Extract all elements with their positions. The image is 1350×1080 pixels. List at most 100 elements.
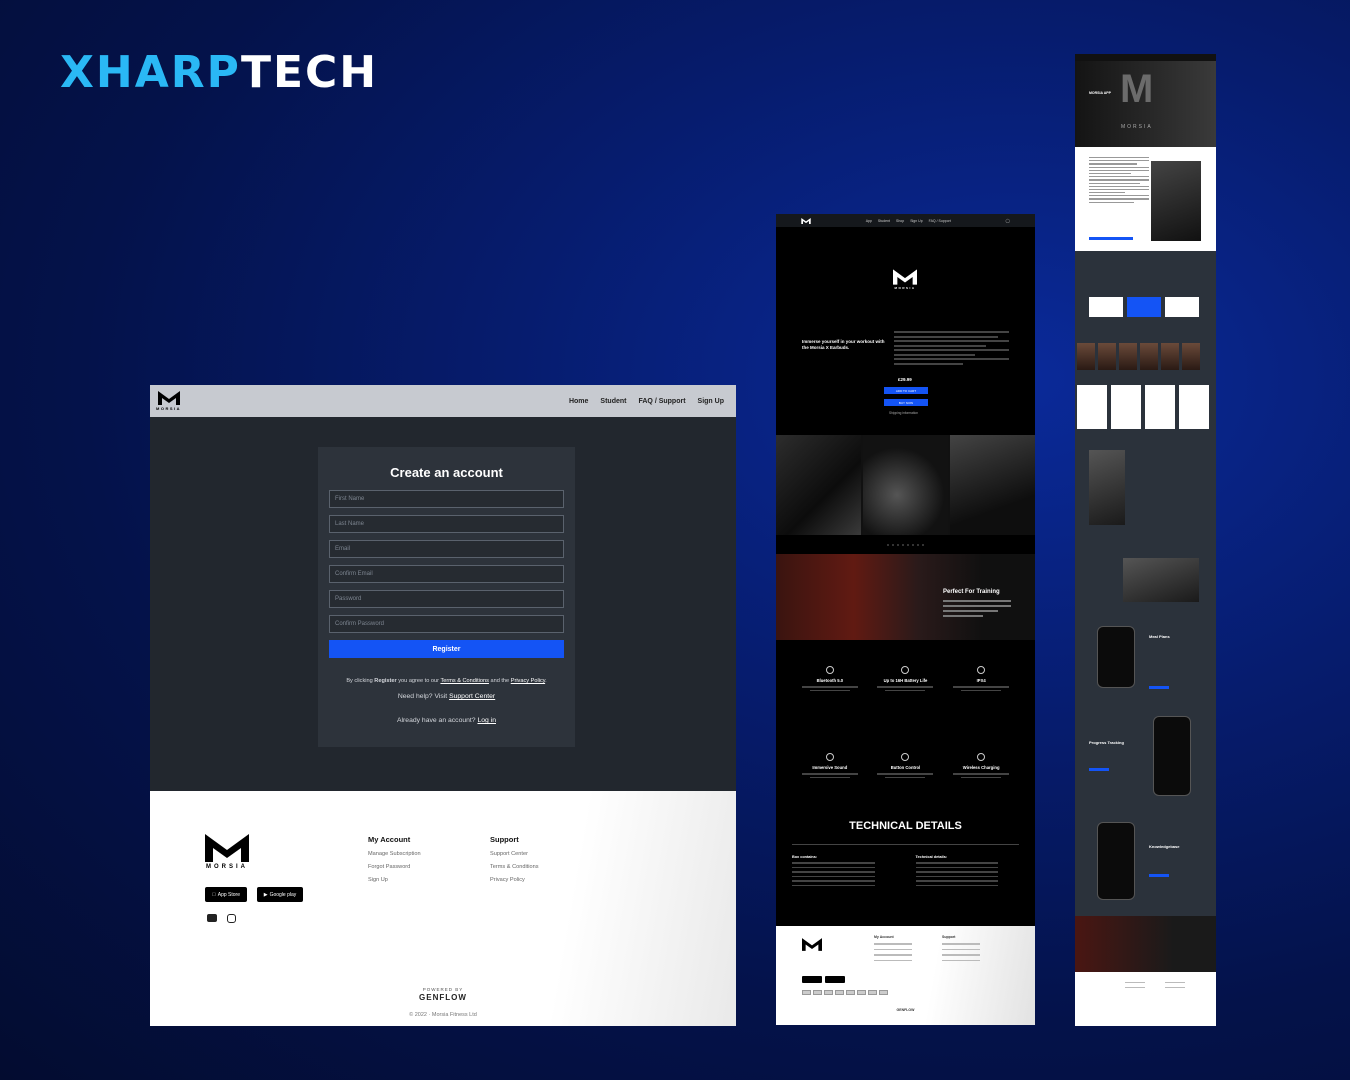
app-store-label: App Store (215, 891, 240, 898)
nav-faq-link[interactable]: FAQ / Support (638, 398, 685, 405)
p2-nav-student[interactable]: Student (878, 219, 890, 223)
feature-title: Button Control (890, 765, 921, 770)
login-prefix: Already have an account? (396, 717, 478, 724)
help-prefix: Need help? Visit (397, 693, 450, 700)
trainer-image (1151, 161, 1201, 241)
signup-card: Create an account First Name Last Name E… (318, 447, 575, 747)
morsia-m-icon[interactable] (801, 217, 811, 224)
gallery-dots[interactable] (776, 535, 1035, 554)
footer: MORSIA App Store ▶Google play My Accoun… (150, 791, 736, 1026)
p3-membership (1075, 251, 1216, 441)
footer-terms-link[interactable]: Terms & Conditions (490, 864, 539, 870)
knowledgebase-title: Knowledgebase (1149, 844, 1180, 849)
nav-signup-link[interactable]: Sign Up (698, 398, 724, 405)
p2-account-heading: My Account (874, 935, 894, 939)
manage-subscription-link[interactable]: Manage Subscription (368, 851, 421, 857)
feature-ipx4: IPX4 (943, 666, 1019, 723)
privacy-link[interactable]: Privacy Policy (511, 678, 545, 684)
p2-genflow[interactable]: GENFLOW (776, 1008, 1035, 1012)
login-text: Already have an account? Log in (329, 717, 564, 724)
p2-hero: MORSIA Immerse yourself in your workout … (776, 227, 1035, 435)
p2-nav-signup[interactable]: Sign Up (910, 219, 922, 223)
first-name-field[interactable]: First Name (329, 490, 564, 508)
terms-end: . (545, 678, 547, 684)
signup-title: Create an account (390, 465, 503, 480)
last-name-field[interactable]: Last Name (329, 515, 564, 533)
register-button[interactable]: Register (329, 640, 564, 658)
buy-now-button[interactable]: BUY NOW (884, 399, 928, 406)
login-link[interactable]: Log in (477, 717, 496, 724)
genflow-logo[interactable]: GENFLOW (150, 993, 736, 1002)
terms-text: By clicking Register you agree to our Te… (329, 678, 564, 684)
nav-home-link[interactable]: Home (569, 398, 588, 405)
footer-support: Support Support Center Terms & Condition… (490, 835, 539, 890)
phone-mockup (1097, 822, 1135, 900)
apple-icon:  (212, 892, 216, 898)
app-store-badge[interactable]: App Store (205, 887, 247, 902)
footer-privacy-link[interactable]: Privacy Policy (490, 877, 539, 883)
terms-mid: you agree to our (396, 678, 441, 684)
morsia-m-icon (205, 834, 249, 862)
p3-cta-button[interactable] (1089, 237, 1133, 240)
youtube-icon[interactable] (207, 914, 217, 922)
logo-word: MORSIA (156, 406, 181, 411)
nav-student-link[interactable]: Student (600, 398, 626, 405)
p2-logo-word: MORSIA (894, 286, 916, 290)
gallery-image[interactable] (950, 435, 1035, 535)
p2-support-heading: Support (942, 935, 956, 939)
xharptech-logo: XHARP TECH (60, 50, 378, 95)
cart-icon[interactable]: ◯ (1006, 218, 1010, 223)
shipping-link[interactable]: Shipping information (889, 411, 918, 415)
footer-support-center-link[interactable]: Support Center (490, 851, 539, 857)
progress-button[interactable] (1089, 768, 1109, 771)
google-play-badge[interactable]: ▶ Google play (257, 887, 303, 902)
p2-nav-faq[interactable]: FAQ / Support (929, 219, 951, 223)
feature-charging: Wireless Charging (943, 753, 1019, 810)
morsia-m-icon (802, 938, 822, 951)
p2-footer-support: Support (942, 935, 980, 961)
phone-mockup (1097, 626, 1135, 688)
technical-details-title: TECHNICAL DETAILS (849, 820, 962, 832)
brand-text-xharp: XHARP (60, 46, 241, 98)
help-text: Need help? Visit Support Center (329, 693, 564, 700)
feature-title: IPX4 (976, 678, 986, 683)
gallery-image[interactable] (863, 435, 948, 535)
p2-price: £29.99 (898, 377, 912, 382)
forgot-password-link[interactable]: Forgot Password (368, 864, 421, 870)
p2-store-badges[interactable] (802, 976, 845, 983)
charging-icon (977, 753, 986, 761)
p3-about (1075, 147, 1216, 251)
support-center-link[interactable]: Support Center (449, 693, 495, 700)
tech-details-heading: Technical details: (915, 855, 948, 859)
confirm-password-field[interactable]: Confirm Password (329, 615, 564, 633)
email-field[interactable]: Email (329, 540, 564, 558)
signup-page-screenshot: MORSIA Home Student FAQ / Support Sign U… (150, 385, 736, 1026)
morsia-logo[interactable]: MORSIA (156, 391, 181, 411)
copyright: © 2022 · Morsia Fitness Ltd (409, 1012, 477, 1018)
knowledgebase-button[interactable] (1149, 874, 1169, 877)
password-field[interactable]: Password (329, 590, 564, 608)
add-to-cart-button[interactable]: ADD TO CART (884, 387, 928, 394)
p2-nav-shop[interactable]: Shop (896, 219, 904, 223)
battery-icon (901, 666, 910, 674)
top-nav: MORSIA Home Student FAQ / Support Sign U… (150, 385, 736, 417)
terms-link[interactable]: Terms & Conditions (440, 678, 489, 684)
feature-title: Bluetooth 5.0 (816, 678, 844, 683)
footer-signup-link[interactable]: Sign Up (368, 877, 421, 883)
my-account-heading: My Account (368, 835, 411, 844)
feature-title: Wireless Charging (962, 765, 1000, 770)
powered-by-label: POWERED BY (422, 987, 464, 992)
product-page-screenshot: App Student Shop Sign Up FAQ / Support ◯… (776, 214, 1035, 1025)
meal-plans-title: Meal Plans (1149, 634, 1170, 639)
confirm-email-field[interactable]: Confirm Email (329, 565, 564, 583)
p2-nav-app[interactable]: App (866, 219, 872, 223)
morsia-m-icon (157, 391, 180, 405)
p3-footer (1075, 972, 1216, 1026)
gallery-image[interactable] (776, 435, 861, 535)
training-banner: Perfect For Training (776, 554, 1035, 640)
feature-title: Up to 16H Battery Life (883, 678, 928, 683)
sound-icon (825, 753, 834, 761)
feature-battery: Up to 16H Battery Life (868, 666, 944, 723)
meal-plans-button[interactable] (1149, 686, 1169, 689)
instagram-icon[interactable] (227, 914, 236, 923)
